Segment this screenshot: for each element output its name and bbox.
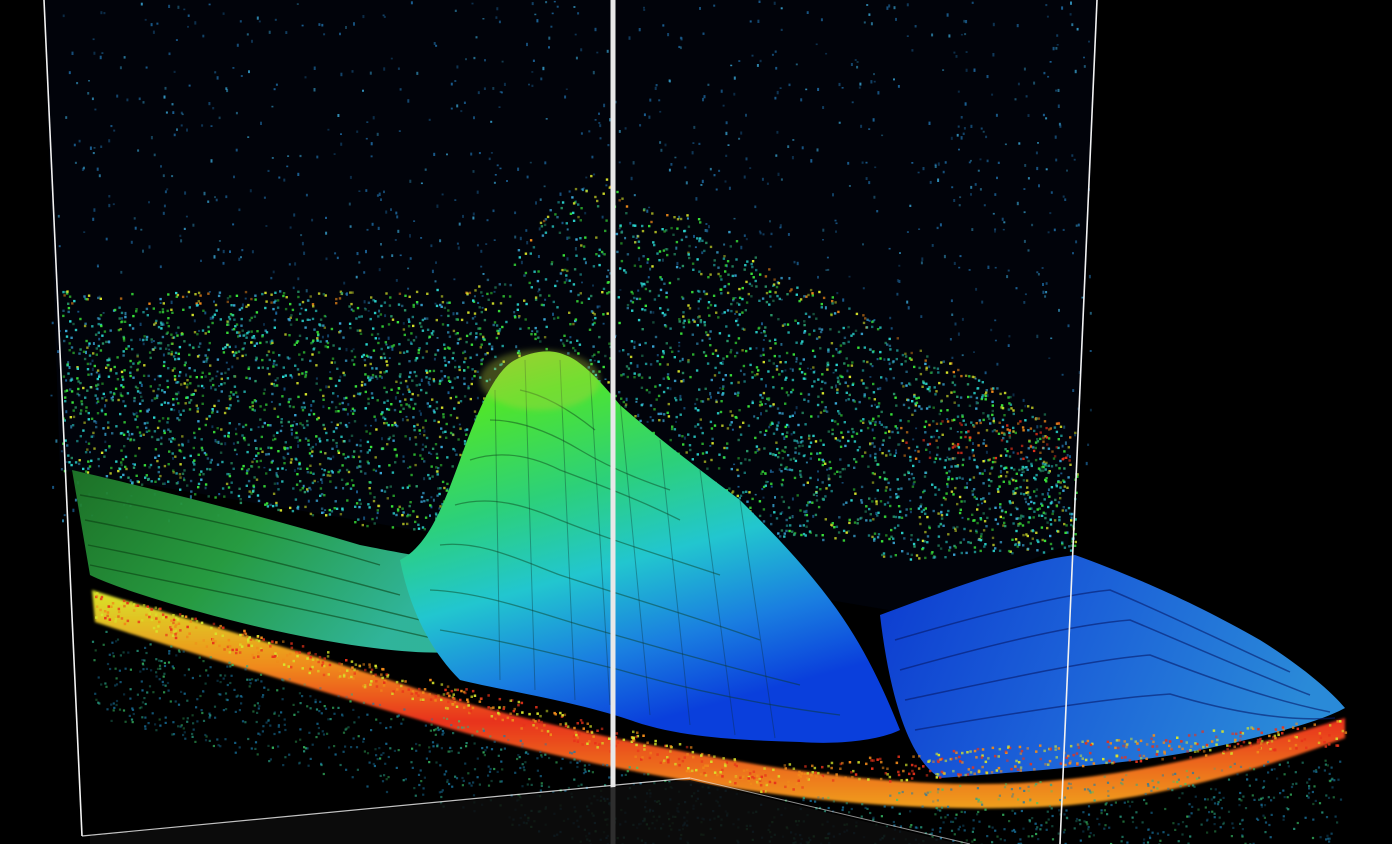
volume-render-canvas[interactable] [0, 0, 1392, 844]
peak-highlight [480, 350, 600, 410]
oct-volume-viewport[interactable] [0, 0, 1392, 844]
